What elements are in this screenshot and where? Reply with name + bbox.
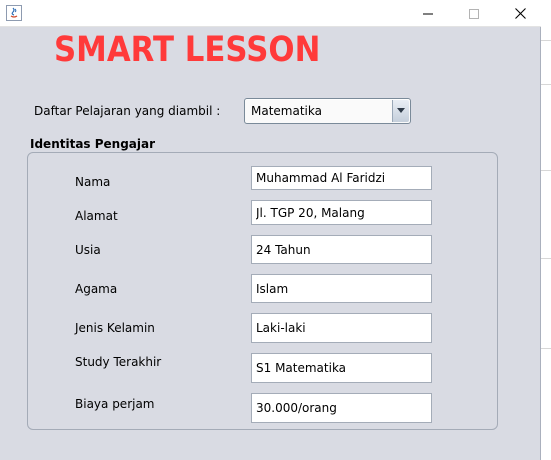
gender-label: Jenis Kelamin <box>75 321 155 335</box>
religion-label: Agama <box>75 282 118 296</box>
last-study-field[interactable] <box>251 353 432 383</box>
app-window: SMART LESSON Daftar Pelajaran yang diamb… <box>0 0 541 460</box>
minimize-button[interactable] <box>405 0 451 27</box>
minimize-icon <box>423 9 433 19</box>
maximize-icon <box>469 8 479 19</box>
dropdown-arrow-icon[interactable] <box>392 100 409 122</box>
religion-field[interactable] <box>251 274 432 303</box>
address-field[interactable] <box>251 200 432 225</box>
name-label: Nama <box>75 175 111 189</box>
maximize-button[interactable] <box>451 0 497 27</box>
subject-selected-value: Matematika <box>251 104 322 118</box>
title-bar <box>0 0 541 27</box>
age-field[interactable] <box>251 235 432 264</box>
subject-combobox[interactable]: Matematika <box>244 98 411 124</box>
address-label: Alamat <box>75 209 118 223</box>
close-button[interactable] <box>497 0 543 27</box>
gender-field[interactable] <box>251 313 432 343</box>
hourly-fee-label: Biaya perjam <box>75 397 155 411</box>
name-field[interactable] <box>251 166 432 190</box>
subject-label: Daftar Pelajaran yang diambil : <box>34 104 221 118</box>
java-app-icon <box>6 5 22 21</box>
background-window-edge <box>541 0 551 460</box>
hourly-fee-field[interactable] <box>251 393 432 423</box>
age-label: Usia <box>75 243 101 257</box>
teacher-group-title: Identitas Pengajar <box>30 137 156 151</box>
close-icon <box>514 8 526 19</box>
last-study-label: Study Terakhir <box>75 355 162 369</box>
app-title: SMART LESSON <box>54 30 321 70</box>
